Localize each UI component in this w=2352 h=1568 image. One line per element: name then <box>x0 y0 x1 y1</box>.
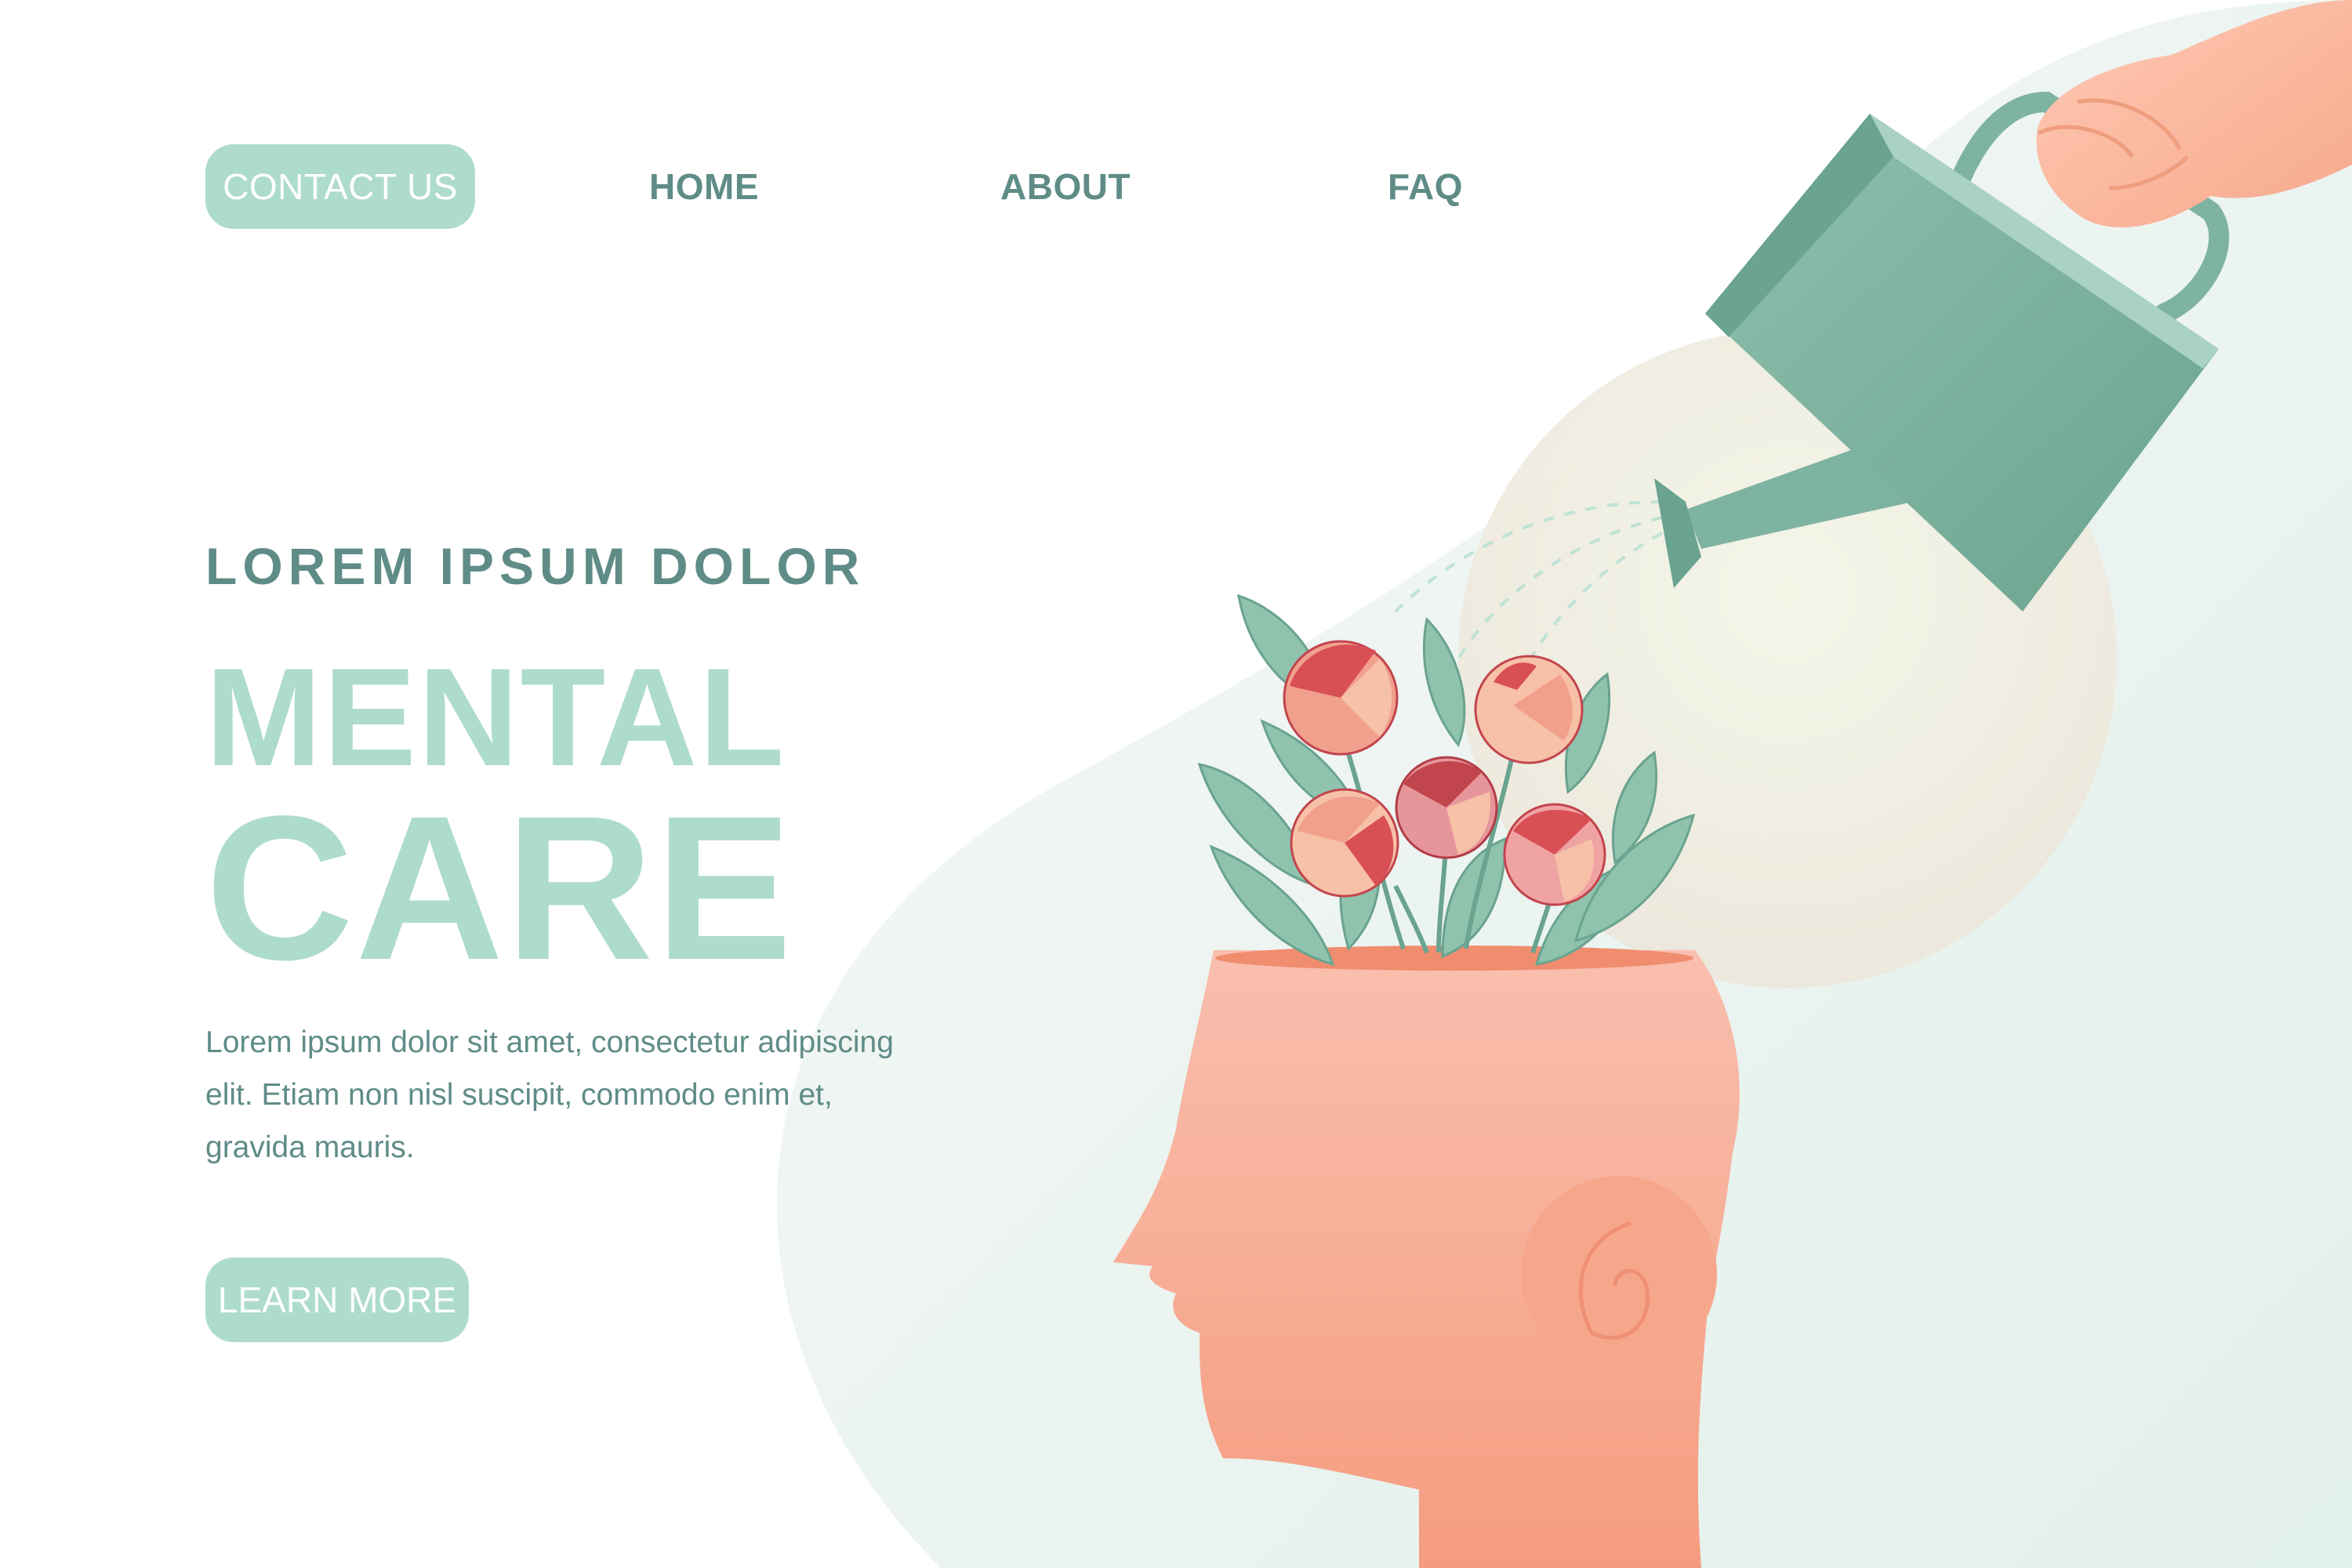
flower-2 <box>1474 655 1584 764</box>
flower-5 <box>1503 803 1606 906</box>
hero-kicker: LOREM IPSUM DOLOR <box>205 537 866 595</box>
hero-description: Lorem ipsum dolor sit amet, consectetur … <box>205 1025 894 1164</box>
flower-4 <box>1290 788 1399 898</box>
nav-home-link[interactable]: HOME <box>649 144 759 229</box>
contact-us-button[interactable]: CONTACT US <box>205 144 475 229</box>
learn-more-button[interactable]: LEARN MORE <box>205 1258 469 1342</box>
nav-about-link[interactable]: ABOUT <box>1000 144 1131 229</box>
hero-title-line-2: CARE <box>205 773 794 1003</box>
flower-1 <box>1283 640 1399 756</box>
landing-page: CONTACT US HOME ABOUT FAQ LOREM IPSUM DO… <box>0 0 2352 1568</box>
flower-3 <box>1395 756 1498 859</box>
hero-title-line-1: MENTAL <box>205 639 786 795</box>
nav-faq-link[interactable]: FAQ <box>1388 144 1463 229</box>
